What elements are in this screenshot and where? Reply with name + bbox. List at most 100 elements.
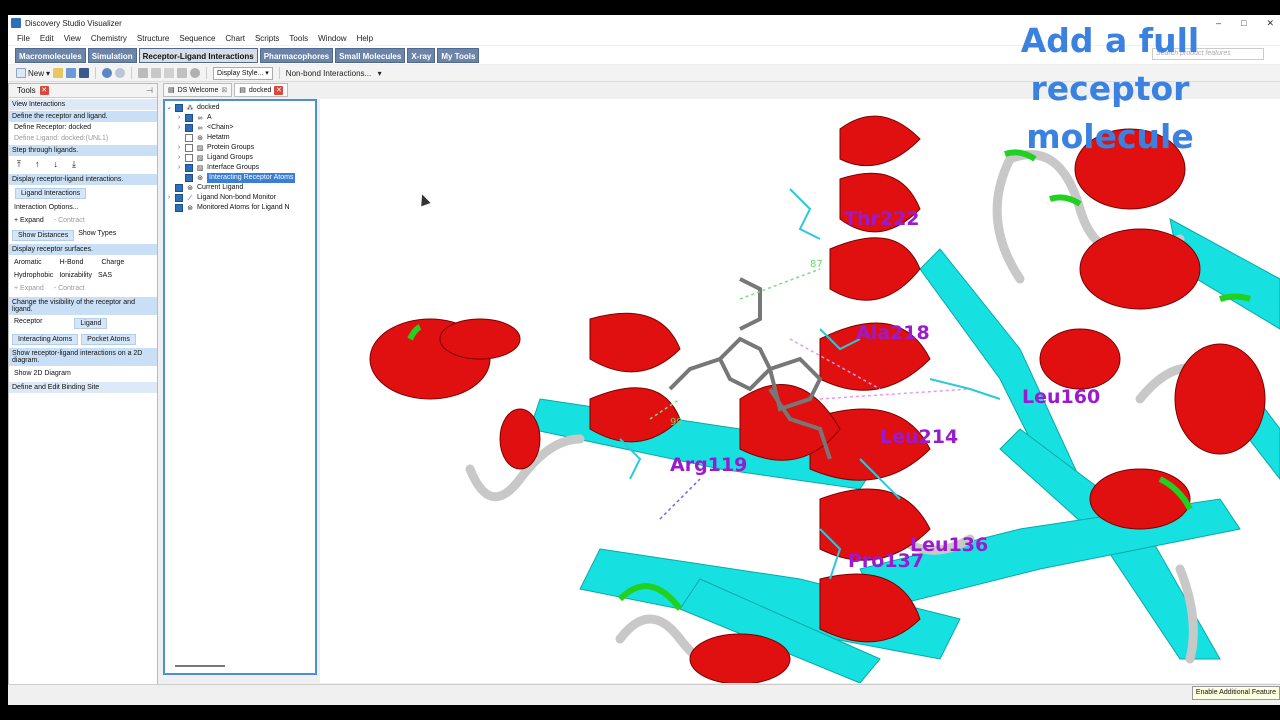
tab-macromolecules[interactable]: Macromolecules — [15, 47, 86, 63]
tab-xray[interactable]: X-ray — [407, 47, 436, 63]
delete-icon[interactable] — [177, 68, 188, 78]
expand-toggle-icon[interactable]: › — [175, 163, 183, 173]
expand-toggle-icon[interactable]: › — [175, 153, 183, 163]
hbond-surface-button[interactable]: H-Bond — [60, 259, 84, 266]
molecule-3d-viewer[interactable]: Thr222 Ala218 Leu160 Leu214 Arg119 Pro13… — [320, 99, 1280, 683]
close-icon[interactable]: ✕ — [1266, 15, 1274, 31]
open-folder-icon[interactable] — [53, 68, 64, 78]
menu-file[interactable]: File — [12, 34, 35, 43]
menu-chart[interactable]: Chart — [220, 34, 250, 43]
pocket-atoms-button[interactable]: Pocket Atoms — [81, 334, 136, 345]
menu-edit[interactable]: Edit — [35, 34, 59, 43]
menu-scripts[interactable]: Scripts — [250, 34, 284, 43]
expand-button[interactable]: + Expand — [14, 217, 44, 224]
open-icon[interactable] — [66, 68, 77, 78]
new-button[interactable]: New ▾ — [16, 68, 50, 78]
expand-toggle-icon[interactable]: › — [165, 193, 173, 203]
tab-docked[interactable]: ▤ docked ✕ — [234, 83, 289, 97]
save-icon[interactable] — [79, 68, 90, 78]
surface-expand-button[interactable]: + Expand — [14, 285, 44, 292]
aromatic-surface-button[interactable]: Aromatic — [14, 259, 42, 266]
tree-row[interactable]: › ∞ <Chain> — [165, 123, 315, 133]
last-ligand-icon[interactable]: ⤓ — [72, 159, 76, 170]
show-distances-button[interactable]: Show Distances — [12, 230, 75, 241]
tab-receptor-ligand-interactions[interactable]: Receptor-Ligand Interactions — [138, 47, 258, 63]
menu-sequence[interactable]: Sequence — [174, 34, 220, 43]
minimize-icon[interactable]: – — [1216, 15, 1221, 31]
nonbond-interactions-dropdown[interactable]: Non-bond Interactions... ▾ — [286, 69, 382, 78]
tab-simulation[interactable]: Simulation — [87, 47, 137, 63]
ionizability-surface-button[interactable]: Ionizability — [59, 272, 92, 279]
show-2d-diagram-link[interactable]: Show 2D Diagram — [9, 366, 157, 381]
menu-view[interactable]: View — [59, 34, 86, 43]
sas-surface-button[interactable]: SAS — [98, 272, 112, 279]
tab-small-molecules[interactable]: Small Molecules — [335, 47, 406, 63]
first-ligand-icon[interactable]: ⤒ — [17, 159, 21, 170]
define-ligand-link[interactable]: Define Ligand: docked:(UNL1) — [9, 133, 157, 144]
hydrophobic-surface-button[interactable]: Hydrophobic — [14, 272, 53, 279]
paste-icon[interactable] — [164, 68, 175, 78]
close-tab-icon[interactable]: ✕ — [274, 85, 284, 95]
horizontal-scrollbar[interactable] — [175, 665, 225, 667]
visibility-checkbox[interactable] — [185, 144, 193, 152]
interacting-atoms-button[interactable]: Interacting Atoms — [12, 334, 79, 345]
visibility-checkbox[interactable] — [185, 174, 193, 182]
menu-help[interactable]: Help — [352, 34, 378, 43]
section-binding-site[interactable]: Define and Edit Binding Site — [9, 381, 157, 393]
close-tools-panel-icon[interactable]: ✕ — [39, 86, 49, 95]
menu-window[interactable]: Window — [313, 34, 351, 43]
visibility-checkbox[interactable] — [185, 124, 193, 132]
tree-row[interactable]: ⊛ Hetatm — [165, 133, 315, 143]
display-style-dropdown[interactable]: Display Style... ▾ — [213, 66, 273, 80]
expand-toggle-icon[interactable]: › — [175, 123, 183, 133]
settings-icon[interactable] — [190, 68, 201, 78]
menu-chemistry[interactable]: Chemistry — [86, 34, 132, 43]
tree-row[interactable]: › ▨ Interface Groups — [165, 163, 315, 173]
contract-button[interactable]: - Contract — [54, 217, 85, 224]
surface-contract-button[interactable]: - Contract — [54, 285, 85, 292]
visibility-checkbox[interactable] — [175, 184, 183, 192]
section-view-interactions[interactable]: View Interactions — [9, 98, 157, 110]
undo-icon[interactable] — [102, 68, 113, 78]
visibility-checkbox[interactable] — [175, 194, 183, 202]
visibility-checkbox[interactable] — [185, 134, 193, 142]
pin-icon[interactable]: ⊣ — [146, 86, 153, 95]
cut-icon[interactable] — [138, 68, 149, 78]
tree-row[interactable]: › ⟋ Ligand Non-bond Monitor — [165, 193, 315, 203]
menu-structure[interactable]: Structure — [132, 34, 174, 43]
tree-row[interactable]: › ∞ A — [165, 113, 315, 123]
redo-icon[interactable] — [115, 68, 126, 78]
tab-pharmacophores[interactable]: Pharmacophores — [259, 47, 334, 63]
tree-row[interactable]: › ▨ Protein Groups — [165, 143, 315, 153]
visibility-checkbox[interactable] — [185, 154, 193, 162]
charge-surface-button[interactable]: Charge — [101, 259, 124, 266]
define-receptor-link[interactable]: Define Receptor: docked — [9, 122, 157, 133]
ligand-interactions-button[interactable]: Ligand Interactions — [15, 188, 87, 199]
visibility-checkbox[interactable] — [185, 114, 193, 122]
ligand-button[interactable]: Ligand — [74, 318, 108, 329]
tab-my-tools[interactable]: My Tools — [437, 47, 480, 63]
protein-ribbon-render[interactable]: Thr222 Ala218 Leu160 Leu214 Arg119 Pro13… — [320, 99, 1280, 683]
expand-toggle-icon[interactable]: › — [175, 113, 183, 123]
tree-row[interactable]: › ▨ Ligand Groups — [165, 153, 315, 163]
tab-ds-welcome[interactable]: ▤ DS Welcome ⊠ — [163, 83, 233, 97]
visibility-checkbox[interactable] — [185, 164, 193, 172]
visibility-checkbox[interactable] — [175, 204, 183, 212]
close-tab-icon[interactable]: ⊠ — [221, 86, 227, 94]
interaction-options-link[interactable]: Interaction Options... — [9, 202, 157, 213]
next-ligand-icon[interactable]: ↓ — [53, 159, 58, 170]
additional-features-tip[interactable]: Enable Additional Feature — [1191, 686, 1280, 700]
show-types-button[interactable]: Show Types — [78, 230, 116, 241]
maximize-icon[interactable]: □ — [1241, 15, 1246, 31]
expand-toggle-icon[interactable]: › — [175, 143, 183, 153]
tree-row[interactable]: ⊛ Monitored Atoms for Ligand N — [165, 203, 315, 213]
tree-row[interactable]: ⌄ ⁂ docked — [165, 103, 315, 113]
tree-row[interactable]: ⊛ Interacting Receptor Atoms — [165, 173, 315, 183]
previous-ligand-icon[interactable]: ↑ — [35, 159, 40, 170]
tree-row[interactable]: ⊛ Current Ligand — [165, 183, 315, 193]
menu-tools[interactable]: Tools — [284, 34, 313, 43]
visibility-checkbox[interactable] — [175, 104, 183, 112]
receptor-button[interactable]: Receptor — [12, 318, 44, 329]
copy-icon[interactable] — [151, 68, 162, 78]
expand-toggle-icon[interactable]: ⌄ — [165, 103, 173, 113]
